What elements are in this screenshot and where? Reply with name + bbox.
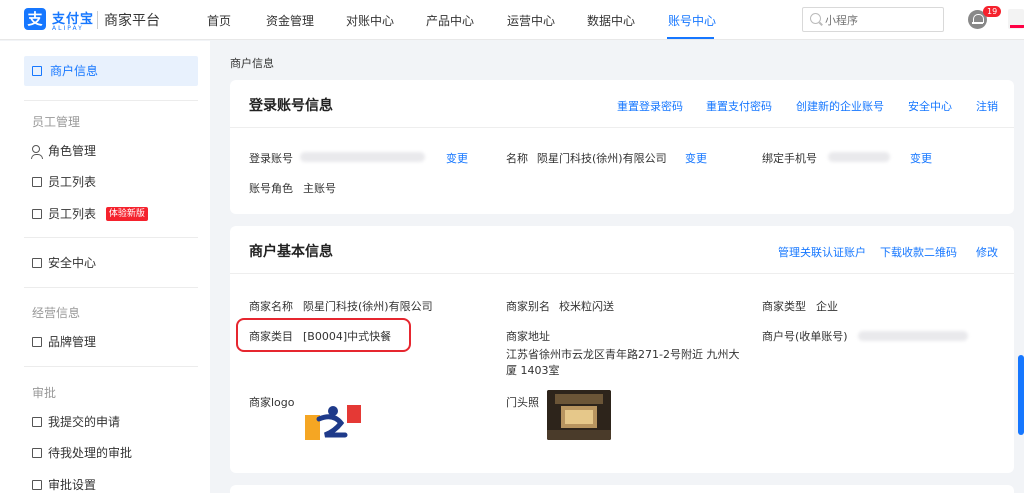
alipay-logo-en: ALIPAY <box>52 25 84 32</box>
sidebar-group-staff: 员工管理 <box>32 115 81 129</box>
door-photo-label: 门头照 <box>506 396 539 409</box>
login-account-card: 登录账号信息 重置登录密码 重置支付密码 创建新的企业账号 安全中心 注销 <box>230 80 1014 214</box>
sidebar-item-label: 我提交的申请 <box>48 415 121 429</box>
merchant-alias-value: 校米粒闪送 <box>559 300 614 313</box>
merchant-name-label: 商家名称 <box>249 300 293 313</box>
breadcrumb: 商户信息 <box>230 57 274 70</box>
settings-icon <box>32 480 42 490</box>
security-center-link[interactable]: 安全中心 <box>908 98 952 114</box>
merchant-logo-image[interactable] <box>305 405 361 440</box>
nav-funds[interactable]: 资金管理 <box>266 12 314 29</box>
divider <box>24 366 198 367</box>
nav-active-indicator <box>667 37 714 39</box>
change-phone-button[interactable]: 变更 <box>910 150 932 166</box>
scrollbar[interactable] <box>1018 355 1024 435</box>
sidebar-item-approval-settings[interactable]: 审批设置 <box>24 470 198 493</box>
search-box[interactable] <box>802 7 944 32</box>
new-version-tag: 体验新版 <box>105 206 148 221</box>
bound-phone-label: 绑定手机号 <box>762 152 817 165</box>
merchant-alias-label: 商家别名 <box>506 300 550 313</box>
nav-data[interactable]: 数据中心 <box>587 12 635 29</box>
merchant-number-label: 商户号(收单账号) <box>762 330 848 343</box>
change-login-account-button[interactable]: 变更 <box>446 150 468 166</box>
merchant-address-label: 商家地址 <box>506 330 550 343</box>
shield-icon <box>32 258 42 268</box>
nav-products[interactable]: 产品中心 <box>426 12 474 29</box>
sidebar-item-label: 员工列表 <box>48 175 97 189</box>
sidebar-item-label: 商户信息 <box>50 64 99 78</box>
search-input[interactable] <box>825 11 935 29</box>
change-name-button[interactable]: 变更 <box>685 150 707 166</box>
divider <box>24 287 198 288</box>
highlight-annotation <box>236 318 411 352</box>
name-label: 名称 <box>506 152 528 165</box>
login-account-label: 登录账号 <box>249 152 293 165</box>
sidebar-item-label: 角色管理 <box>48 144 97 158</box>
logo-divider <box>97 11 98 29</box>
inbox-icon <box>32 448 42 458</box>
deregister-link[interactable]: 注销 <box>976 98 998 114</box>
name-value: 陨星门科技(徐州)有限公司 <box>537 152 667 165</box>
divider <box>24 100 198 101</box>
merchant-logo-label: 商家logo <box>249 396 295 409</box>
sidebar-item-role-management[interactable]: 角色管理 <box>24 136 198 166</box>
sidebar-item-brand[interactable]: 品牌管理 <box>24 327 198 357</box>
search-icon <box>810 13 821 24</box>
id-card-icon <box>32 66 42 76</box>
sidebar-item-security[interactable]: 安全中心 <box>24 248 198 278</box>
merchant-name-value: 陨星门科技(徐州)有限公司 <box>303 300 433 313</box>
sidebar-item-pending[interactable]: 待我处理的审批 <box>24 438 198 468</box>
next-card <box>230 485 1014 493</box>
notification-badge: 19 <box>983 6 1002 17</box>
merchant-type-label: 商家类型 <box>762 300 806 313</box>
avatar[interactable] <box>1008 9 1024 29</box>
list-icon <box>32 177 42 187</box>
sidebar-group-approval: 审批 <box>32 386 57 400</box>
sidebar-item-staff-list[interactable]: 员工列表 <box>24 167 198 197</box>
manage-linked-accounts-link[interactable]: 管理关联认证账户 <box>778 244 866 260</box>
user-icon <box>31 145 43 159</box>
account-role-label: 账号角色 <box>249 182 293 195</box>
divider <box>230 273 1014 274</box>
sidebar-item-merchant-info[interactable]: 商户信息 <box>24 56 198 86</box>
merchant-address-line-2: 厦 1403室 <box>506 364 560 377</box>
merchant-address-line-1: 江苏省徐州市云龙区青年路271-2号附近 九州大 <box>506 348 740 361</box>
list-icon <box>32 337 42 347</box>
divider <box>230 127 1014 128</box>
merchant-type-value: 企业 <box>816 300 838 313</box>
door-photo-image[interactable] <box>547 390 611 440</box>
reset-login-password-link[interactable]: 重置登录密码 <box>617 98 683 114</box>
phone-value-masked <box>828 152 890 162</box>
submit-icon <box>32 417 42 427</box>
login-account-value-masked <box>300 152 425 162</box>
alipay-logo-icon[interactable]: 支 <box>24 8 46 30</box>
sidebar-group-business: 经营信息 <box>32 306 81 320</box>
create-enterprise-account-link[interactable]: 创建新的企业账号 <box>796 98 884 114</box>
top-bar: 支 支付宝 ALIPAY 商家平台 首页 资金管理 对账中心 产品中心 运营中心… <box>0 0 1024 40</box>
divider <box>24 237 198 238</box>
sidebar-item-label: 待我处理的审批 <box>48 446 133 460</box>
download-qr-code-link[interactable]: 下载收款二维码 <box>880 244 957 260</box>
platform-title: 商家平台 <box>104 13 160 29</box>
merchant-number-masked <box>858 331 968 341</box>
sidebar-item-staff-list-new[interactable]: 员工列表 体验新版 <box>24 199 198 229</box>
nav-home[interactable]: 首页 <box>207 12 231 29</box>
sidebar-item-label: 安全中心 <box>48 256 97 270</box>
card-title: 登录账号信息 <box>249 98 333 114</box>
sidebar-item-label: 审批设置 <box>48 478 97 492</box>
edit-link[interactable]: 修改 <box>976 244 998 260</box>
reset-pay-password-link[interactable]: 重置支付密码 <box>706 98 772 114</box>
nav-account[interactable]: 账号中心 <box>668 12 716 29</box>
sidebar-item-label: 员工列表 <box>48 207 97 221</box>
sidebar-item-label: 品牌管理 <box>48 335 97 349</box>
nav-operations[interactable]: 运营中心 <box>507 12 555 29</box>
list-icon <box>32 209 42 219</box>
nav-reconciliation[interactable]: 对账中心 <box>346 12 394 29</box>
account-role-value: 主账号 <box>303 182 336 195</box>
sidebar-item-my-requests[interactable]: 我提交的申请 <box>24 407 198 437</box>
card-title: 商户基本信息 <box>249 244 333 260</box>
